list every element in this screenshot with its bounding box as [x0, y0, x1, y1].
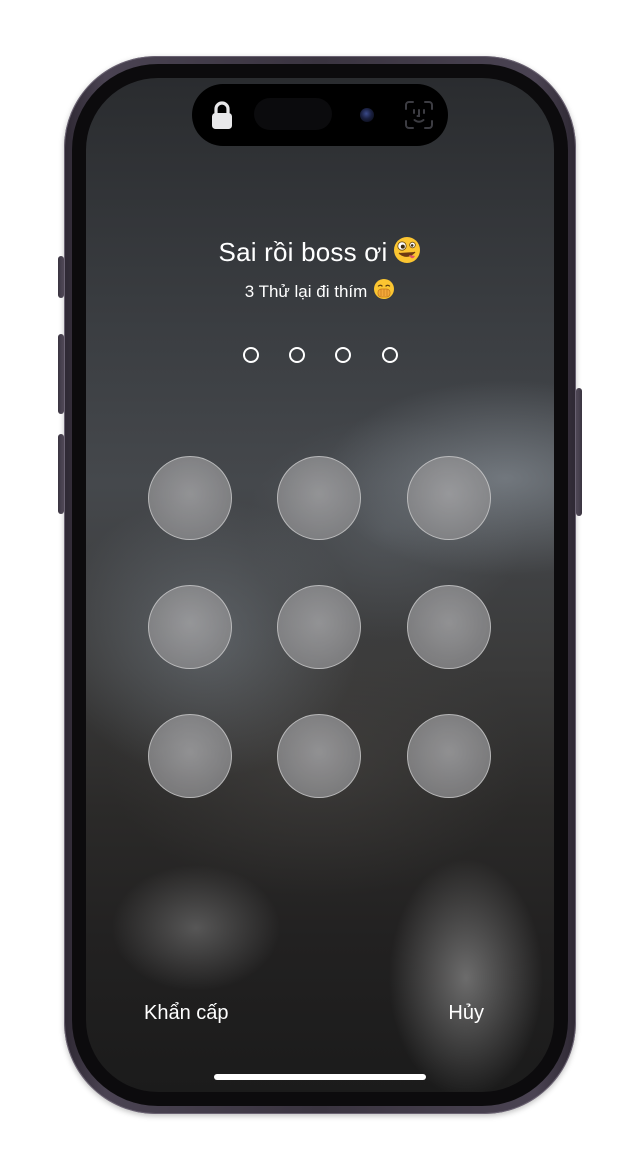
keypad-key-7[interactable] [148, 714, 232, 798]
passcode-screen: Sai rồi boss ơi 3 Thử lại đi thím Khẩn c… [86, 78, 554, 1092]
dynamic-island [192, 84, 448, 146]
passcode-dot [382, 347, 398, 363]
face-id-icon [405, 101, 433, 129]
passcode-dot [243, 347, 259, 363]
phone-mockup: Sai rồi boss ơi 3 Thử lại đi thím Khẩn c… [0, 0, 640, 1168]
front-camera-icon [360, 108, 374, 122]
keypad-key-8[interactable] [277, 714, 361, 798]
keypad-key-label [278, 715, 360, 797]
keypad-key-label [149, 457, 231, 539]
keypad-key-label [278, 586, 360, 668]
keypad-key-label [149, 586, 231, 668]
error-title: Sai rồi boss ơi [86, 236, 554, 268]
lock-icon [212, 101, 232, 129]
emergency-button[interactable]: Khẩn cấp [144, 1002, 229, 1025]
keypad-key-label [408, 457, 490, 539]
passcode-dots [86, 347, 554, 365]
passcode-dot [335, 347, 351, 363]
keypad-key-4[interactable] [148, 585, 232, 669]
home-indicator[interactable] [214, 1074, 426, 1080]
keypad-key-6[interactable] [407, 585, 491, 669]
island-pill [254, 98, 332, 130]
error-title-text: Sai rồi boss ơi [218, 237, 388, 267]
keypad-key-3[interactable] [407, 456, 491, 540]
error-subtitle-text: 3 Thử lại đi thím [244, 282, 368, 301]
keypad-key-label [149, 715, 231, 797]
keypad-key-5[interactable] [277, 585, 361, 669]
keypad-key-label [278, 457, 360, 539]
hand-over-mouth-emoji-icon [374, 279, 395, 299]
error-subtitle: 3 Thử lại đi thím [86, 278, 554, 302]
keypad-key-1[interactable] [148, 456, 232, 540]
cancel-button[interactable]: Hủy [448, 1002, 484, 1025]
side-power-button [576, 388, 582, 516]
keypad-key-2[interactable] [277, 456, 361, 540]
zany-face-emoji-icon [394, 237, 421, 263]
keypad-key-label [408, 586, 490, 668]
keypad-key-label [408, 715, 490, 797]
passcode-dot [289, 347, 305, 363]
keypad-key-9[interactable] [407, 714, 491, 798]
